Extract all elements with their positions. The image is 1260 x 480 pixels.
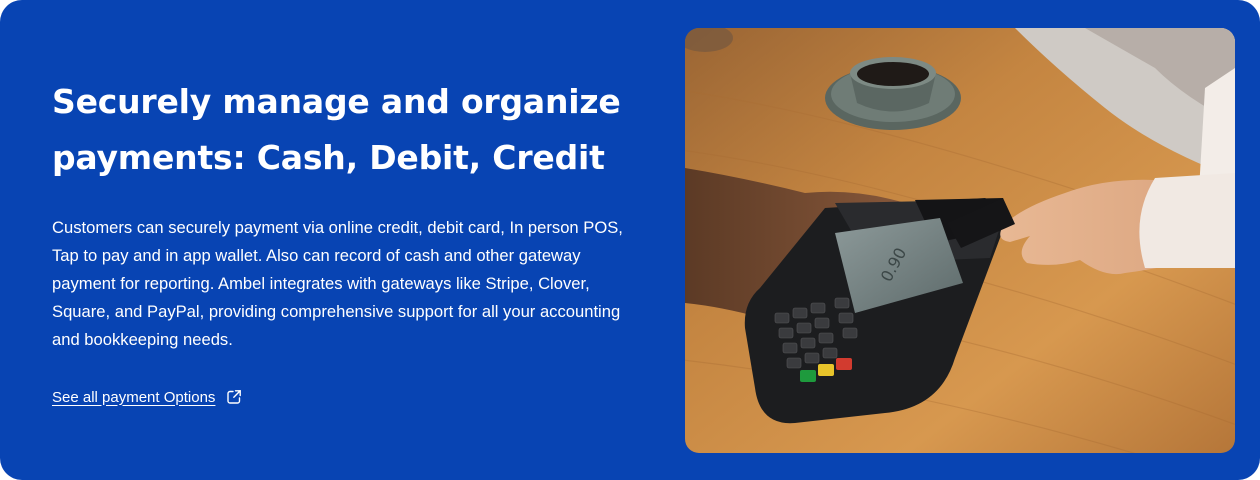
payments-feature-card: Securely manage and organize payments: C… xyxy=(0,0,1260,480)
heading-line-2: payments: Cash, Debit, Credit xyxy=(52,138,605,177)
payment-terminal-photo: 0.90 xyxy=(685,28,1235,453)
link-label: See all payment Options xyxy=(52,388,216,406)
section-description: Customers can securely payment via onlin… xyxy=(52,218,623,349)
heading-line-1: Securely manage and organize xyxy=(52,82,621,121)
feature-text-column: Securely manage and organize payments: C… xyxy=(52,74,642,349)
see-payment-options-link[interactable]: See all payment Options xyxy=(52,388,243,406)
section-heading: Securely manage and organize payments: C… xyxy=(52,74,642,186)
external-link-icon xyxy=(225,388,243,406)
